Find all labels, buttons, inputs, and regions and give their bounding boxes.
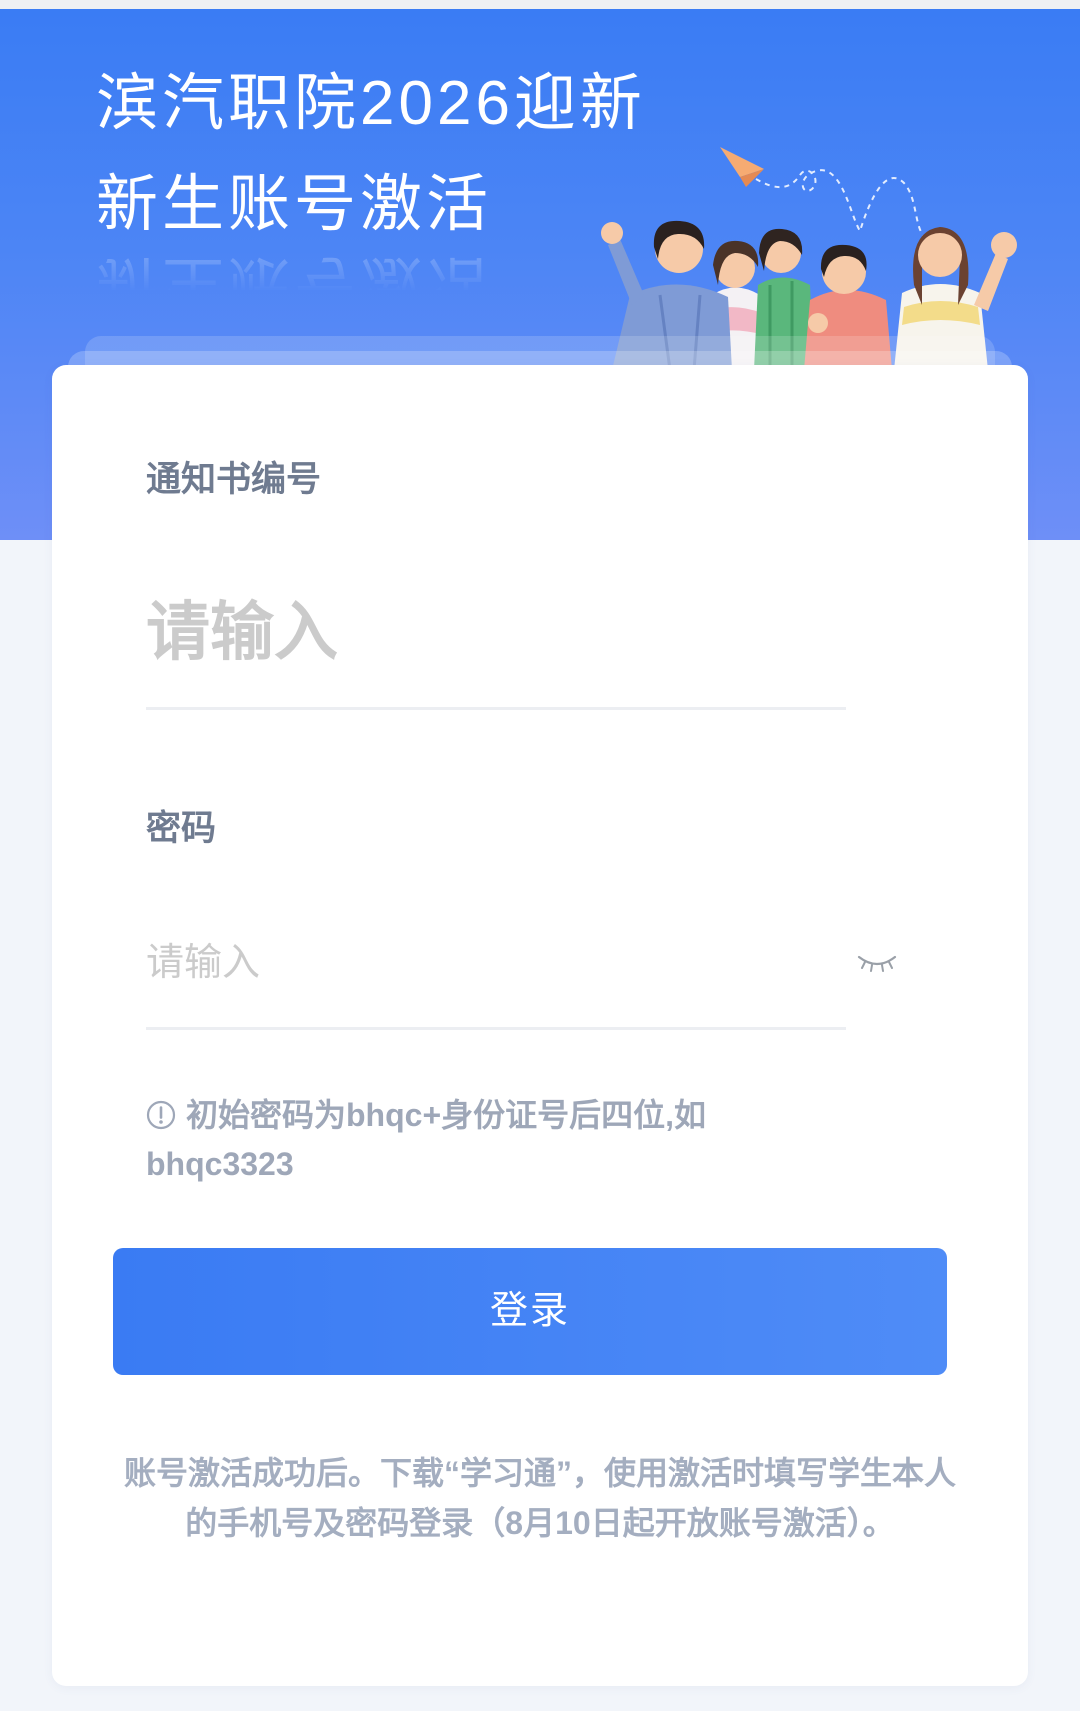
input-underline xyxy=(146,707,846,710)
page-title: 滨汽职院2026迎新 xyxy=(96,69,646,138)
status-strip xyxy=(0,0,1080,9)
input-underline xyxy=(146,1027,846,1030)
paper-plane-icon xyxy=(720,147,764,187)
activation-form-card: 通知书编号 密码 初始密码为bhqc+身份证号后四位,如bhqc3323 登录 … xyxy=(52,365,1028,1686)
page-subtitle: 新生账号激活 xyxy=(96,170,493,239)
notice-number-label: 通知书编号 xyxy=(146,460,322,499)
subtitle-reflection: 新生账号激活 xyxy=(96,245,616,291)
subtitle-reflection-text: 新生账号激活 xyxy=(96,249,493,291)
password-input[interactable] xyxy=(146,939,836,987)
info-icon xyxy=(146,1100,176,1130)
footer-note: 账号激活成功后。下载“学习通”，使用激活时填写学生本人的手机号及密码登录（8月1… xyxy=(123,1455,956,1541)
login-button[interactable]: 登录 xyxy=(113,1248,947,1375)
password-hint-text: 初始密码为bhqc+身份证号后四位,如bhqc3323 xyxy=(146,1097,707,1182)
students-illustration xyxy=(601,147,1017,370)
eye-closed-icon[interactable] xyxy=(856,949,898,975)
password-hint: 初始密码为bhqc+身份证号后四位,如bhqc3323 xyxy=(146,1091,746,1189)
notice-number-input[interactable] xyxy=(146,587,909,677)
password-label: 密码 xyxy=(146,809,217,848)
